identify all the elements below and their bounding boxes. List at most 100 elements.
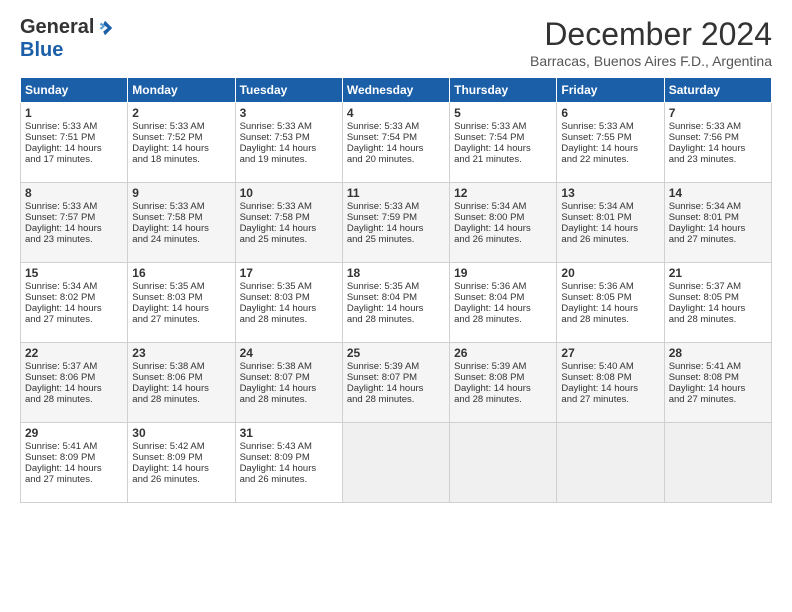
calendar-cell: 24Sunrise: 5:38 AMSunset: 8:07 PMDayligh…: [235, 343, 342, 423]
weekday-header-thursday: Thursday: [450, 78, 557, 103]
day-info-line: Daylight: 14 hours: [347, 143, 445, 154]
logo-general: General: [20, 16, 94, 39]
day-info-line: Sunrise: 5:33 AM: [347, 201, 445, 212]
day-info-line: and 28 minutes.: [454, 314, 552, 325]
day-number: 10: [240, 186, 338, 200]
calendar-cell: 22Sunrise: 5:37 AMSunset: 8:06 PMDayligh…: [21, 343, 128, 423]
day-number: 29: [25, 426, 123, 440]
day-info-line: and 27 minutes.: [669, 234, 767, 245]
day-info-line: Sunrise: 5:39 AM: [347, 361, 445, 372]
day-number: 27: [561, 346, 659, 360]
calendar-cell: [664, 423, 771, 503]
calendar-cell: 4Sunrise: 5:33 AMSunset: 7:54 PMDaylight…: [342, 103, 449, 183]
day-info-line: Sunrise: 5:33 AM: [25, 121, 123, 132]
day-info-line: Sunset: 7:58 PM: [132, 212, 230, 223]
day-info-line: Sunset: 7:54 PM: [454, 132, 552, 143]
day-number: 4: [347, 106, 445, 120]
day-info-line: and 18 minutes.: [132, 154, 230, 165]
day-number: 13: [561, 186, 659, 200]
weekday-header-monday: Monday: [128, 78, 235, 103]
day-number: 16: [132, 266, 230, 280]
day-info-line: Sunset: 8:09 PM: [25, 452, 123, 463]
calendar-cell: [450, 423, 557, 503]
day-number: 2: [132, 106, 230, 120]
day-info-line: Sunset: 7:58 PM: [240, 212, 338, 223]
calendar-cell: 30Sunrise: 5:42 AMSunset: 8:09 PMDayligh…: [128, 423, 235, 503]
day-number: 20: [561, 266, 659, 280]
day-info-line: Sunset: 8:04 PM: [347, 292, 445, 303]
day-info-line: and 26 minutes.: [561, 234, 659, 245]
day-info-line: and 27 minutes.: [25, 474, 123, 485]
calendar-cell: 2Sunrise: 5:33 AMSunset: 7:52 PMDaylight…: [128, 103, 235, 183]
day-info-line: Sunset: 8:00 PM: [454, 212, 552, 223]
calendar-cell: 29Sunrise: 5:41 AMSunset: 8:09 PMDayligh…: [21, 423, 128, 503]
calendar-cell: 3Sunrise: 5:33 AMSunset: 7:53 PMDaylight…: [235, 103, 342, 183]
day-info-line: Daylight: 14 hours: [132, 303, 230, 314]
day-info-line: Sunset: 8:08 PM: [561, 372, 659, 383]
day-info-line: Daylight: 14 hours: [240, 223, 338, 234]
logo-blue: Blue: [20, 39, 63, 62]
day-info-line: and 21 minutes.: [454, 154, 552, 165]
calendar: SundayMondayTuesdayWednesdayThursdayFrid…: [20, 77, 772, 503]
calendar-header-row: SundayMondayTuesdayWednesdayThursdayFrid…: [21, 78, 772, 103]
day-info-line: Sunrise: 5:33 AM: [561, 121, 659, 132]
calendar-cell: 10Sunrise: 5:33 AMSunset: 7:58 PMDayligh…: [235, 183, 342, 263]
calendar-cell: 28Sunrise: 5:41 AMSunset: 8:08 PMDayligh…: [664, 343, 771, 423]
day-info-line: Daylight: 14 hours: [347, 383, 445, 394]
day-info-line: Sunrise: 5:40 AM: [561, 361, 659, 372]
logo-text: General: [20, 16, 114, 39]
calendar-cell: 11Sunrise: 5:33 AMSunset: 7:59 PMDayligh…: [342, 183, 449, 263]
day-info-line: Sunrise: 5:41 AM: [25, 441, 123, 452]
day-number: 19: [454, 266, 552, 280]
day-number: 12: [454, 186, 552, 200]
day-info-line: Sunrise: 5:35 AM: [347, 281, 445, 292]
day-number: 26: [454, 346, 552, 360]
day-info-line: Sunset: 8:05 PM: [669, 292, 767, 303]
day-info-line: Daylight: 14 hours: [132, 383, 230, 394]
calendar-cell: 16Sunrise: 5:35 AMSunset: 8:03 PMDayligh…: [128, 263, 235, 343]
day-info-line: Sunset: 7:56 PM: [669, 132, 767, 143]
day-info-line: Daylight: 14 hours: [25, 143, 123, 154]
day-number: 6: [561, 106, 659, 120]
calendar-week-row: 29Sunrise: 5:41 AMSunset: 8:09 PMDayligh…: [21, 423, 772, 503]
day-info-line: Daylight: 14 hours: [240, 143, 338, 154]
day-info-line: Sunset: 8:09 PM: [132, 452, 230, 463]
calendar-cell: 18Sunrise: 5:35 AMSunset: 8:04 PMDayligh…: [342, 263, 449, 343]
calendar-week-row: 15Sunrise: 5:34 AMSunset: 8:02 PMDayligh…: [21, 263, 772, 343]
day-number: 28: [669, 346, 767, 360]
day-info-line: Sunset: 8:08 PM: [669, 372, 767, 383]
day-info-line: Sunset: 8:06 PM: [25, 372, 123, 383]
day-info-line: Sunset: 7:52 PM: [132, 132, 230, 143]
day-info-line: and 24 minutes.: [132, 234, 230, 245]
day-info-line: Sunrise: 5:43 AM: [240, 441, 338, 452]
day-info-line: Sunrise: 5:35 AM: [132, 281, 230, 292]
day-info-line: and 26 minutes.: [132, 474, 230, 485]
day-info-line: Sunrise: 5:41 AM: [669, 361, 767, 372]
day-info-line: and 28 minutes.: [347, 394, 445, 405]
day-info-line: Sunrise: 5:38 AM: [240, 361, 338, 372]
day-info-line: and 27 minutes.: [25, 314, 123, 325]
day-info-line: Sunrise: 5:33 AM: [347, 121, 445, 132]
day-info-line: and 28 minutes.: [561, 314, 659, 325]
day-info-line: Sunset: 8:01 PM: [561, 212, 659, 223]
calendar-cell: 20Sunrise: 5:36 AMSunset: 8:05 PMDayligh…: [557, 263, 664, 343]
calendar-cell: 19Sunrise: 5:36 AMSunset: 8:04 PMDayligh…: [450, 263, 557, 343]
day-info-line: and 23 minutes.: [25, 234, 123, 245]
day-info-line: Sunrise: 5:33 AM: [132, 121, 230, 132]
calendar-cell: 9Sunrise: 5:33 AMSunset: 7:58 PMDaylight…: [128, 183, 235, 263]
calendar-cell: 13Sunrise: 5:34 AMSunset: 8:01 PMDayligh…: [557, 183, 664, 263]
day-info-line: Sunset: 8:07 PM: [347, 372, 445, 383]
day-number: 15: [25, 266, 123, 280]
day-number: 5: [454, 106, 552, 120]
day-info-line: Sunrise: 5:34 AM: [25, 281, 123, 292]
day-number: 3: [240, 106, 338, 120]
day-info-line: and 28 minutes.: [347, 314, 445, 325]
day-info-line: Sunrise: 5:33 AM: [240, 121, 338, 132]
day-info-line: Daylight: 14 hours: [240, 303, 338, 314]
day-info-line: Sunrise: 5:37 AM: [25, 361, 123, 372]
day-info-line: Sunset: 8:07 PM: [240, 372, 338, 383]
day-number: 31: [240, 426, 338, 440]
day-info-line: Daylight: 14 hours: [669, 143, 767, 154]
day-info-line: Sunrise: 5:34 AM: [561, 201, 659, 212]
day-info-line: Sunset: 8:04 PM: [454, 292, 552, 303]
